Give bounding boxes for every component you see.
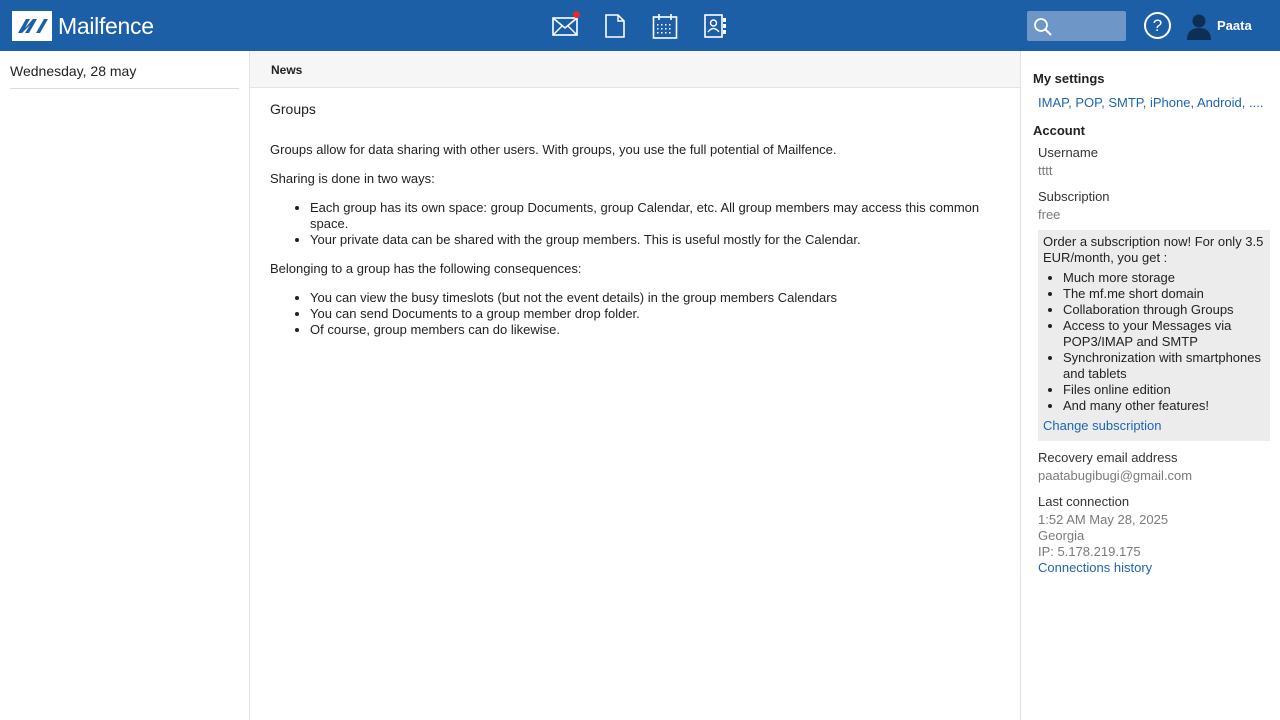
divider — [10, 88, 239, 89]
last-connection-time: 1:52 AM May 28, 2025 — [1038, 512, 1169, 527]
list-item: Access to your Messages via POP3/IMAP an… — [1063, 318, 1265, 350]
list-item: Much more storage — [1063, 270, 1265, 286]
sharing-title: Sharing is done in two ways: — [270, 171, 435, 186]
current-date: Wednesday, 28 may — [10, 63, 137, 79]
promo-list: Much more storage The mf.me short domain… — [1063, 270, 1265, 414]
mailfence-logo-icon — [12, 11, 52, 41]
news-header-label: News — [271, 63, 303, 77]
list-item: Your private data can be shared with the… — [310, 232, 1010, 248]
list-item: The mf.me short domain — [1063, 286, 1265, 302]
top-bar: Mailfence ? Paata — [0, 0, 1280, 51]
sharing-list: Each group has its own space: group Docu… — [310, 200, 1010, 248]
list-item: You can send Documents to a group member… — [310, 306, 1010, 322]
username-label: Username — [1038, 145, 1098, 160]
change-subscription-link[interactable]: Change subscription — [1043, 418, 1265, 433]
user-name[interactable]: Paata — [1217, 18, 1252, 33]
username-value: tttt — [1038, 163, 1053, 178]
document-icon[interactable] — [602, 12, 628, 40]
news-panel: News Groups Groups allow for data sharin… — [250, 51, 1021, 720]
list-item: Collaboration through Groups — [1063, 302, 1265, 318]
search-icon — [1034, 18, 1052, 36]
subscription-value: free — [1038, 207, 1061, 222]
list-item: You can view the busy timeslots (but not… — [310, 290, 1010, 306]
settings-link[interactable]: IMAP, POP, SMTP, iPhone, Android, .... — [1038, 95, 1263, 110]
news-article: Groups Groups allow for data sharing wit… — [270, 101, 1010, 351]
search-input[interactable] — [1027, 11, 1126, 41]
article-title: Groups — [270, 101, 316, 117]
promo-text: Order a subscription now! For only 3.5 E… — [1043, 234, 1264, 265]
my-settings-title: My settings — [1033, 71, 1105, 86]
connections-history-link[interactable]: Connections history — [1038, 560, 1152, 575]
mail-icon[interactable] — [552, 11, 580, 40]
recovery-value: paatabugibugi@gmail.com — [1038, 468, 1193, 483]
logo[interactable]: Mailfence — [12, 11, 154, 41]
subscription-label: Subscription — [1038, 189, 1110, 204]
list-item: Synchronization with smartphones and tab… — [1063, 350, 1265, 382]
main-nav — [552, 11, 752, 40]
contacts-icon[interactable] — [702, 12, 728, 40]
last-connection-country: Georgia — [1038, 528, 1085, 543]
recovery-label: Recovery email address — [1038, 450, 1178, 465]
subscription-promo: Order a subscription now! For only 3.5 E… — [1038, 230, 1270, 441]
list-item: Each group has its own space: group Docu… — [310, 200, 1010, 232]
last-connection-label: Last connection — [1038, 494, 1130, 509]
user-avatar-icon[interactable] — [1186, 12, 1212, 40]
calendar-icon[interactable] — [652, 12, 678, 40]
article-intro: Groups allow for data sharing with other… — [270, 142, 837, 157]
last-connection-ip: IP: 5.178.219.175 — [1038, 544, 1141, 559]
mail-notification-dot — [573, 11, 580, 18]
list-item: And many other features! — [1063, 398, 1265, 414]
list-item: Of course, group members can do likewise… — [310, 322, 1010, 338]
belonging-title: Belonging to a group has the following c… — [270, 261, 582, 276]
account-title: Account — [1033, 123, 1085, 138]
belonging-list: You can view the busy timeslots (but not… — [310, 290, 1010, 338]
help-icon[interactable]: ? — [1144, 12, 1171, 39]
settings-panel: My settings IMAP, POP, SMTP, iPhone, And… — [1021, 51, 1280, 720]
logo-text: Mailfence — [58, 12, 154, 39]
left-panel: Wednesday, 28 may — [0, 51, 250, 720]
news-header: News — [250, 51, 1020, 88]
list-item: Files online edition — [1063, 382, 1265, 398]
